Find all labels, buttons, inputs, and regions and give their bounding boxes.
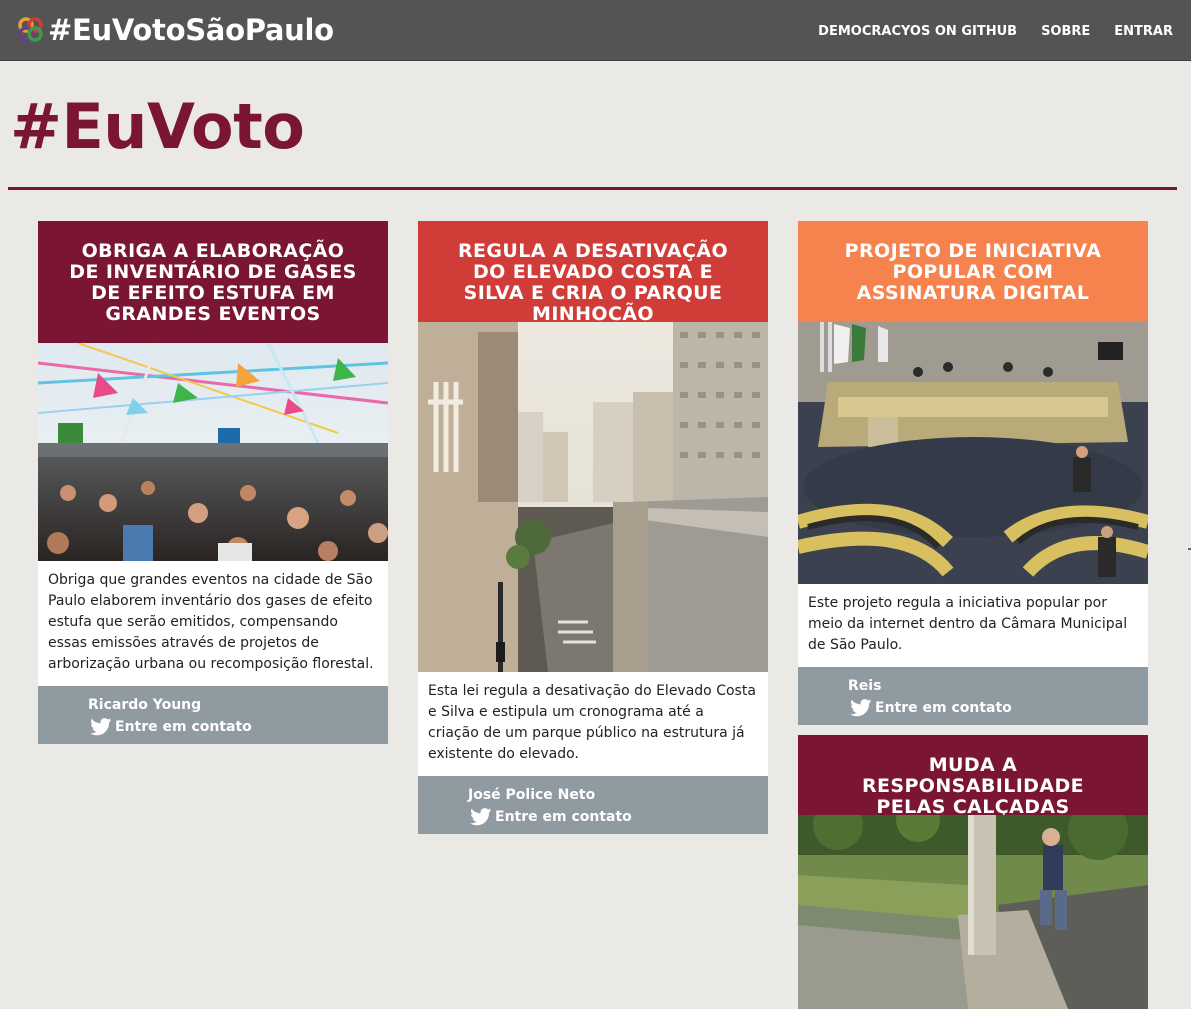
nav-link-github[interactable]: DEMOCRACYOS ON GITHUB (818, 24, 1017, 39)
brand-link[interactable]: #EuVotoSãoPaulo (16, 12, 334, 48)
author-name: José Police Neto (468, 787, 596, 803)
brand-logo-icon (18, 17, 43, 42)
card-footer: Ricardo Young Entre em contato (38, 686, 388, 744)
card-header[interactable]: PROJETO DE INICIATIVA POPULAR COM ASSINA… (798, 221, 1148, 322)
page-title: #EuVoto (10, 90, 305, 163)
nav-links: DEMOCRACYOS ON GITHUB SOBRE ENTRAR (794, 24, 1173, 39)
author-name: Ricardo Young (88, 697, 202, 713)
card-header[interactable]: OBRIGA A ELABORAÇÃO DE INVENTÁRIO DE GAS… (38, 221, 388, 343)
contact-label: Entre em contato (875, 700, 1012, 716)
card-title: PROJETO DE INICIATIVA POPULAR COM ASSINA… (844, 240, 1102, 304)
law-card[interactable]: OBRIGA A ELABORAÇÃO DE INVENTÁRIO DE GAS… (38, 221, 388, 744)
twitter-icon (850, 699, 872, 717)
author-name: Reis (848, 678, 882, 694)
law-card[interactable]: PROJETO DE INICIATIVA POPULAR COM ASSINA… (798, 221, 1148, 725)
contact-label: Entre em contato (115, 719, 252, 735)
contact-link[interactable]: Entre em contato (850, 699, 1012, 717)
nav-link-sobre[interactable]: SOBRE (1041, 24, 1090, 39)
law-card[interactable]: REGULA A DESATIVAÇÃO DO ELEVADO COSTA E … (418, 221, 768, 834)
card-title: REGULA A DESATIVAÇÃO DO ELEVADO COSTA E … (458, 240, 728, 325)
top-navbar: #EuVotoSãoPaulo DEMOCRACYOS ON GITHUB SO… (0, 0, 1191, 61)
twitter-icon (90, 718, 112, 736)
card-image-elevated-highway (418, 322, 768, 672)
card-description: Este projeto regula a iniciativa popular… (808, 595, 1128, 653)
card-image-festival-crowd (38, 343, 388, 561)
contact-link[interactable]: Entre em contato (90, 718, 252, 736)
nav-link-entrar[interactable]: ENTRAR (1114, 24, 1173, 39)
brand-text: #EuVotoSãoPaulo (48, 13, 334, 47)
twitter-icon (470, 808, 492, 826)
card-image-council-chamber (798, 322, 1148, 584)
card-footer: Reis Entre em contato (798, 667, 1148, 725)
card-header[interactable]: MUDA A RESPONSABILIDADE PELAS CALÇADAS (798, 735, 1148, 818)
card-title: MUDA A RESPONSABILIDADE PELAS CALÇADAS (861, 754, 1084, 818)
contact-label: Entre em contato (495, 809, 632, 825)
card-description: Esta lei regula a desativação do Elevado… (428, 683, 756, 762)
card-footer: José Police Neto Entre em contato (418, 776, 768, 834)
card-image-sidewalk (798, 815, 1148, 1009)
title-divider (8, 187, 1177, 190)
contact-link[interactable]: Entre em contato (470, 808, 632, 826)
card-title: OBRIGA A ELABORAÇÃO DE INVENTÁRIO DE GAS… (69, 240, 357, 325)
law-card[interactable]: MUDA A RESPONSABILIDADE PELAS CALÇADAS (798, 735, 1148, 1009)
card-header[interactable]: REGULA A DESATIVAÇÃO DO ELEVADO COSTA E … (418, 221, 768, 325)
card-description: Obriga que grandes eventos na cidade de … (48, 572, 374, 672)
